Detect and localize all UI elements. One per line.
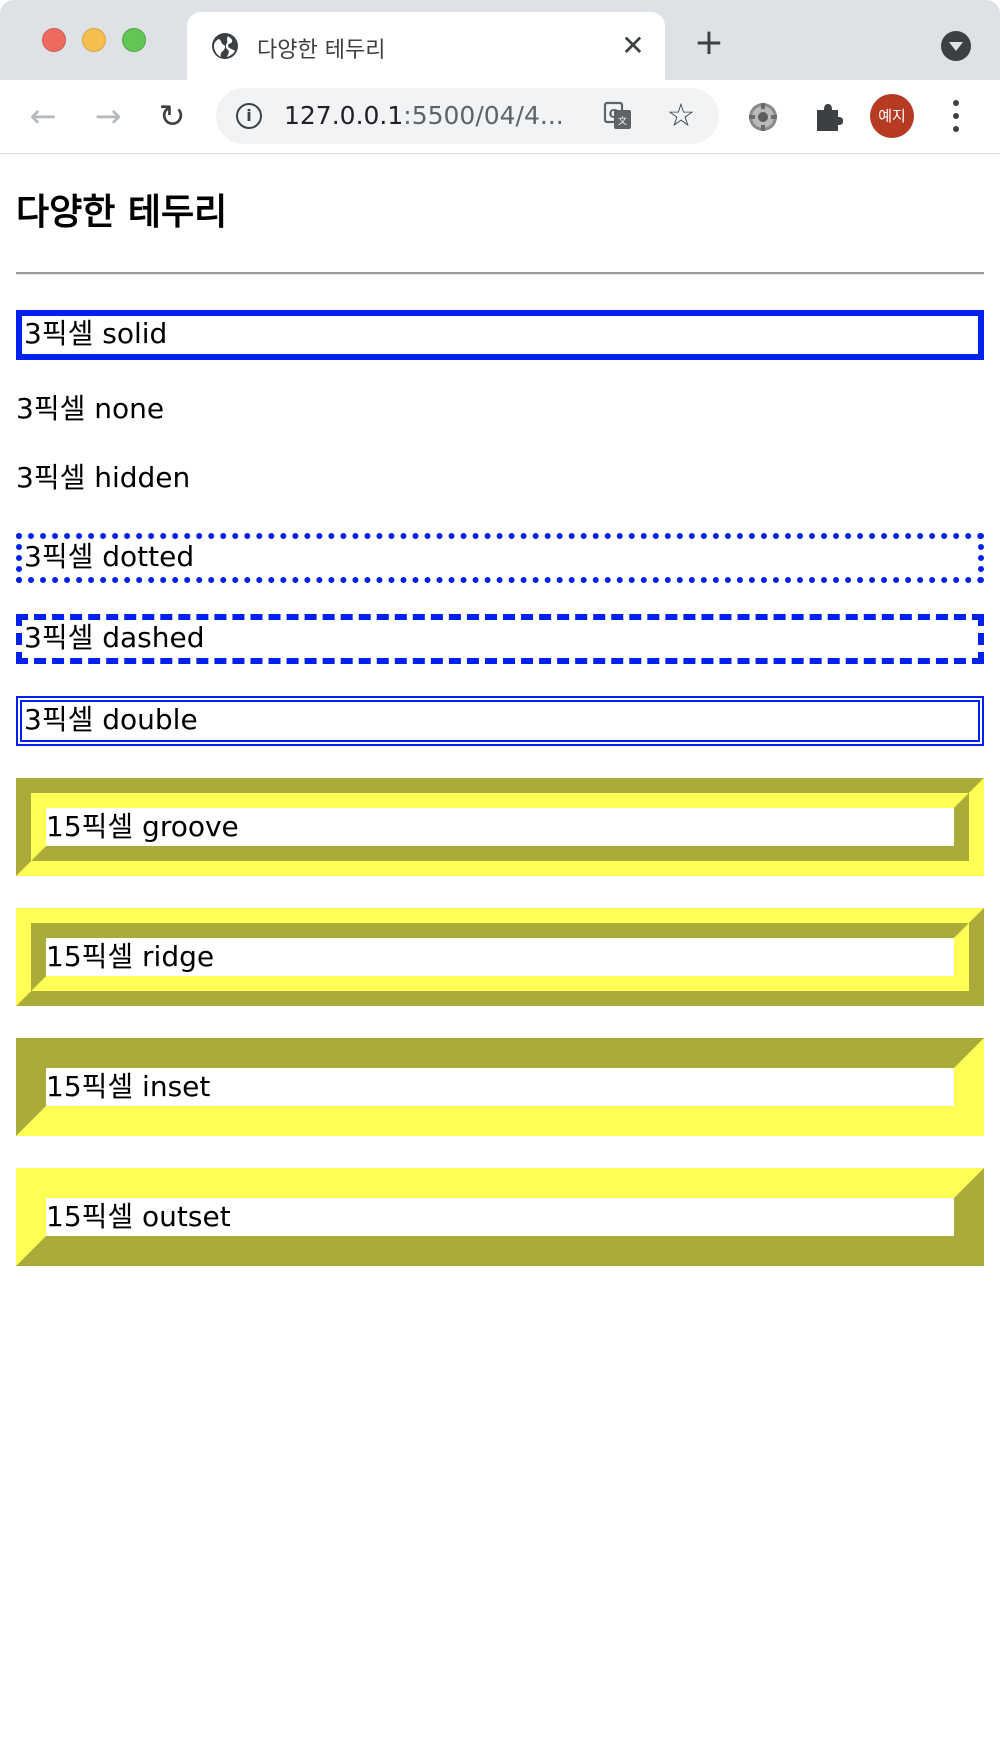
bookmark-star-icon[interactable]: ☆ [664, 98, 698, 132]
box-dashed-border: 3픽셀 dashed [16, 614, 984, 664]
site-info-icon[interactable]: i [236, 103, 262, 129]
box-ridge-border: 15픽셀 ridge [16, 908, 984, 1006]
new-tab-button[interactable]: + [692, 25, 726, 61]
box-dotted-border: 3픽셀 dotted [16, 533, 984, 583]
box-none-border: 3픽셀 none [16, 388, 984, 430]
puzzle-icon[interactable] [811, 100, 845, 134]
box-groove-border: 15픽셀 groove [16, 778, 984, 876]
box-label: 3픽셀 dotted [24, 540, 195, 573]
browser-toolbar: ← → ↻ i 127.0.0.1:5500/04/4... G 文 ☆ 예지 [0, 80, 1000, 154]
svg-text:文: 文 [618, 115, 627, 127]
divider [16, 272, 984, 275]
box-label: 15픽셀 inset [46, 1070, 211, 1103]
maximize-window-button[interactable] [122, 28, 146, 52]
box-label: 3픽셀 dashed [24, 621, 205, 654]
browser-tab-bar: 다양한 테두리 ✕ + [0, 0, 1000, 80]
profile-avatar[interactable]: 예지 [870, 94, 914, 138]
gear-icon[interactable] [746, 100, 780, 134]
url-path: :5500/04/4... [403, 101, 564, 130]
box-label: 15픽셀 ridge [46, 940, 215, 973]
close-window-button[interactable] [42, 28, 66, 52]
address-bar[interactable]: i 127.0.0.1:5500/04/4... G 文 ☆ [216, 88, 719, 144]
url-host: 127.0.0.1 [284, 101, 404, 130]
box-label: 3픽셀 hidden [16, 461, 191, 494]
more-menu-icon[interactable] [945, 98, 967, 134]
reload-icon[interactable]: ↻ [154, 98, 190, 134]
url-text[interactable]: 127.0.0.1:5500/04/4... [284, 101, 604, 133]
back-arrow-icon[interactable]: ← [25, 98, 61, 134]
globe-icon [212, 33, 238, 59]
box-inset-border: 15픽셀 inset [16, 1038, 984, 1136]
box-double-border: 3픽셀 double [16, 696, 984, 746]
box-label: 3픽셀 solid [24, 317, 168, 350]
translate-icon[interactable]: G 文 [603, 101, 633, 131]
box-hidden-border: 3픽셀 hidden [16, 457, 984, 499]
box-solid-border: 3픽셀 solid [16, 310, 984, 360]
box-label: 3픽셀 double [24, 703, 198, 736]
browser-tab-active[interactable]: 다양한 테두리 ✕ [187, 12, 665, 80]
tab-title: 다양한 테두리 [257, 38, 386, 63]
box-label: 3픽셀 none [16, 392, 165, 425]
page-title: 다양한 테두리 [16, 192, 228, 233]
close-tab-icon[interactable]: ✕ [619, 32, 647, 60]
minimize-window-button[interactable] [82, 28, 106, 52]
tab-search-button[interactable] [941, 31, 971, 61]
forward-arrow-icon[interactable]: → [90, 98, 126, 134]
box-label: 15픽셀 outset [46, 1200, 231, 1233]
svg-text:G: G [609, 107, 619, 121]
box-outset-border: 15픽셀 outset [16, 1168, 984, 1266]
box-label: 15픽셀 groove [46, 810, 239, 843]
